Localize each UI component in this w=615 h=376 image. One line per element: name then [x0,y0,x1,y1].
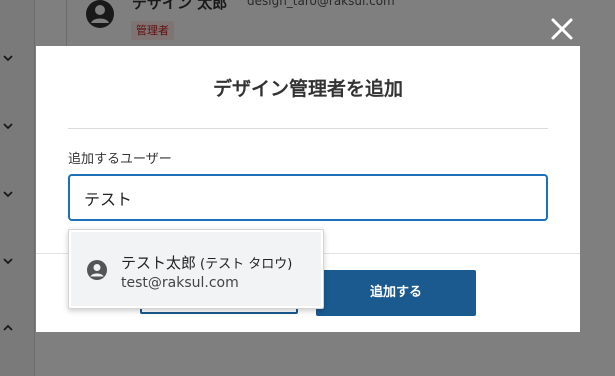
suggestion-name: テスト太郎 [121,254,197,272]
user-suggestions: テスト太郎 (テスト タロウ) test@raksul.com [68,229,324,309]
title-divider [68,128,548,129]
close-icon[interactable] [549,16,575,42]
add-button[interactable]: 追加する [316,270,476,316]
user-avatar-icon [87,260,107,280]
user-search-input[interactable] [68,174,548,221]
suggestion-kana: (テスト タロウ) [200,257,293,272]
user-field-label: 追加するユーザー [68,152,172,167]
suggestion-item[interactable]: テスト太郎 (テスト タロウ) test@raksul.com [71,232,321,306]
dialog-title: デザイン管理者を追加 [212,78,403,100]
suggestion-name-line: テスト太郎 (テスト タロウ) [121,252,292,273]
suggestion-email: test@raksul.com [121,275,239,291]
